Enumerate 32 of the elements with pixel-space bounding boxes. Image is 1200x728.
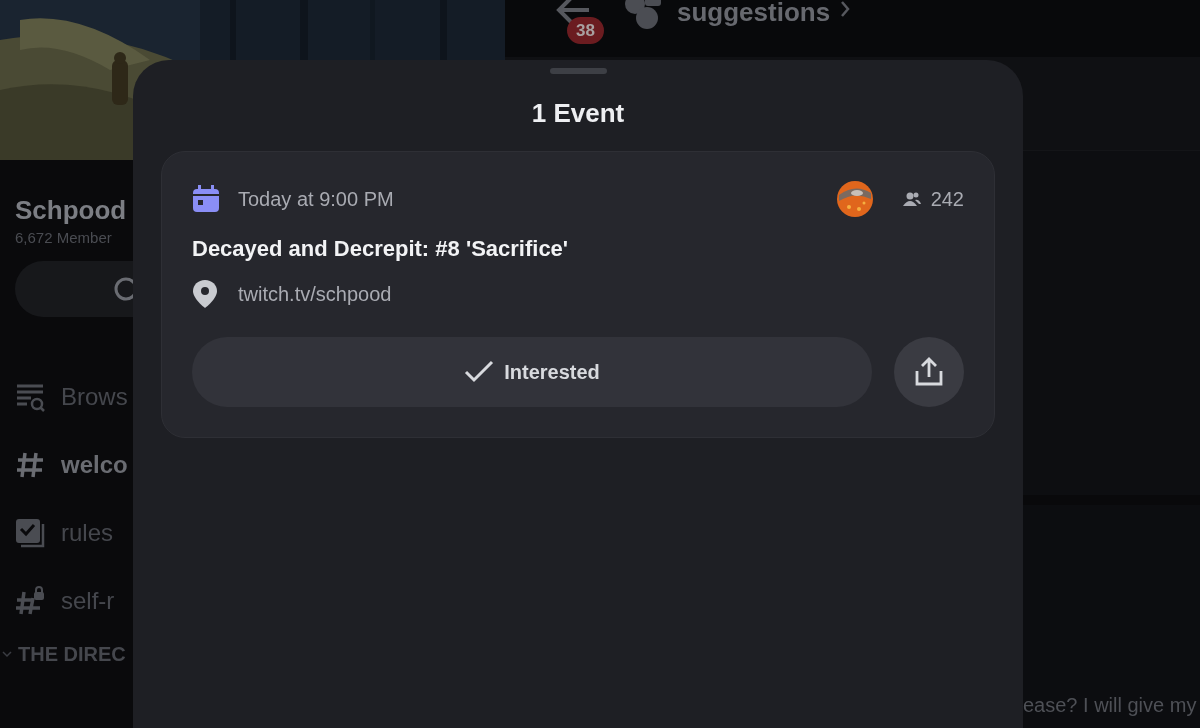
channel-title[interactable]: suggestions bbox=[677, 0, 831, 28]
channel-item[interactable]: rules bbox=[61, 515, 114, 551]
event-time: Today at 9:00 PM bbox=[238, 187, 394, 212]
interested-count: 242 bbox=[930, 187, 964, 212]
event-title: Decayed and Decrepit: #8 'Sacrifice' bbox=[192, 235, 570, 263]
member-count: 6,672 Member bbox=[15, 227, 113, 248]
interested-button[interactable]: Interested bbox=[192, 337, 872, 407]
category-label[interactable]: THE DIREC bbox=[18, 639, 126, 669]
event-location: twitch.tv/schpood bbox=[238, 282, 392, 307]
back-arrow-icon[interactable] bbox=[555, 0, 591, 24]
drag-handle[interactable] bbox=[549, 68, 607, 74]
location-pin-icon bbox=[192, 279, 218, 309]
locked-hashtag-icon bbox=[15, 586, 45, 616]
calendar-icon bbox=[192, 185, 220, 213]
check-icon bbox=[464, 360, 495, 384]
host-avatar bbox=[836, 181, 873, 217]
channel-item[interactable]: self-r bbox=[61, 583, 115, 619]
chevron-icon bbox=[840, 0, 851, 18]
unread-badge: 38 bbox=[567, 17, 604, 44]
search-icon bbox=[113, 276, 133, 302]
channel-item[interactable]: Brows bbox=[61, 379, 128, 415]
people-icon bbox=[902, 191, 921, 207]
chevron-down-icon bbox=[2, 650, 12, 658]
search-button[interactable] bbox=[15, 261, 133, 317]
channel-item[interactable]: welco bbox=[61, 447, 128, 483]
message-text: ease? I will give my bbox=[1023, 693, 1197, 718]
sheet-title: 1 Event bbox=[531, 97, 625, 130]
share-icon bbox=[913, 357, 945, 387]
checkbook-icon bbox=[15, 518, 45, 548]
list-search-icon bbox=[15, 382, 45, 412]
hashtag-icon bbox=[15, 450, 45, 480]
server-name: Schpood bbox=[15, 194, 128, 227]
